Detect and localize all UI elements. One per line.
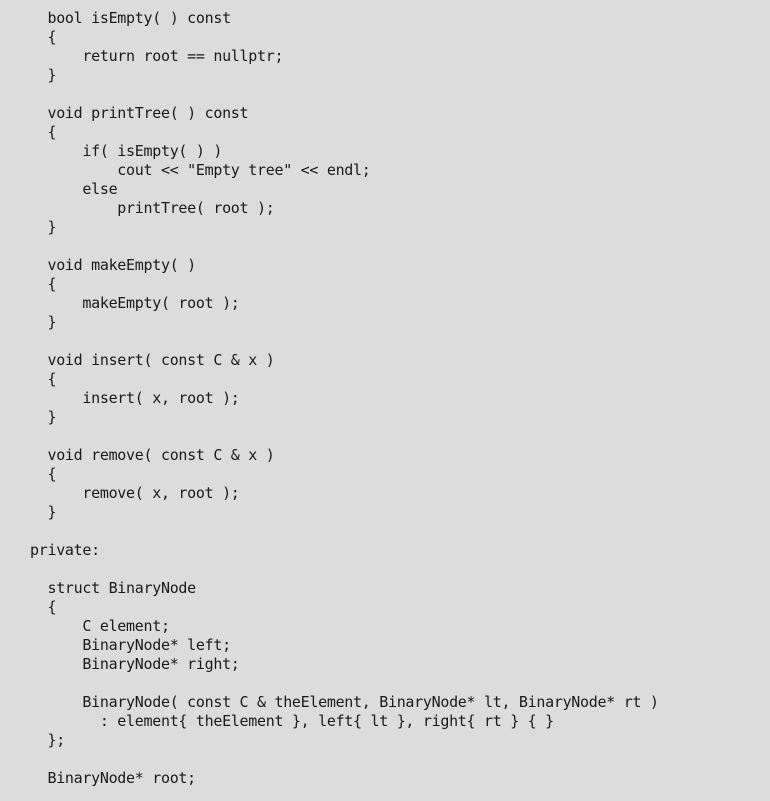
- code-line: }: [30, 408, 57, 426]
- code-line: void remove( const C & x ): [30, 446, 275, 464]
- code-line: void makeEmpty( ): [30, 256, 196, 274]
- code-line: : element{ theElement }, left{ lt }, rig…: [30, 712, 554, 730]
- code-listing: bool isEmpty( ) const { return root == n…: [0, 0, 770, 801]
- code-line: printTree( root );: [30, 199, 275, 217]
- code-line: BinaryNode* left;: [30, 636, 231, 654]
- code-line: struct BinaryNode: [30, 579, 196, 597]
- code-line: void printTree( ) const: [30, 104, 249, 122]
- code-line: else: [30, 180, 118, 198]
- code-line: remove( x, root );: [30, 484, 240, 502]
- code-line: }: [30, 66, 57, 84]
- code-line: }: [30, 313, 57, 331]
- code-line: {: [30, 123, 57, 141]
- code-line: C element;: [30, 617, 170, 635]
- code-line: return root == nullptr;: [30, 47, 284, 65]
- code-line: }: [30, 218, 57, 236]
- code-line: }: [30, 503, 57, 521]
- code-line: makeEmpty( root );: [30, 294, 240, 312]
- code-line: {: [30, 598, 57, 616]
- code-line: if( isEmpty( ) ): [30, 142, 223, 160]
- code-line: {: [30, 465, 57, 483]
- code-line: BinaryNode* root;: [30, 769, 196, 787]
- code-line: {: [30, 370, 57, 388]
- code-line: private:: [30, 541, 100, 559]
- code-line: cout << "Empty tree" << endl;: [30, 161, 371, 179]
- code-line: };: [30, 731, 65, 749]
- code-line: BinaryNode* right;: [30, 655, 240, 673]
- code-line: insert( x, root );: [30, 389, 240, 407]
- code-line: void insert( const C & x ): [30, 351, 275, 369]
- code-line: {: [30, 28, 57, 46]
- code-line: {: [30, 275, 57, 293]
- code-line: bool isEmpty( ) const: [30, 9, 231, 27]
- code-line: BinaryNode( const C & theElement, Binary…: [30, 693, 659, 711]
